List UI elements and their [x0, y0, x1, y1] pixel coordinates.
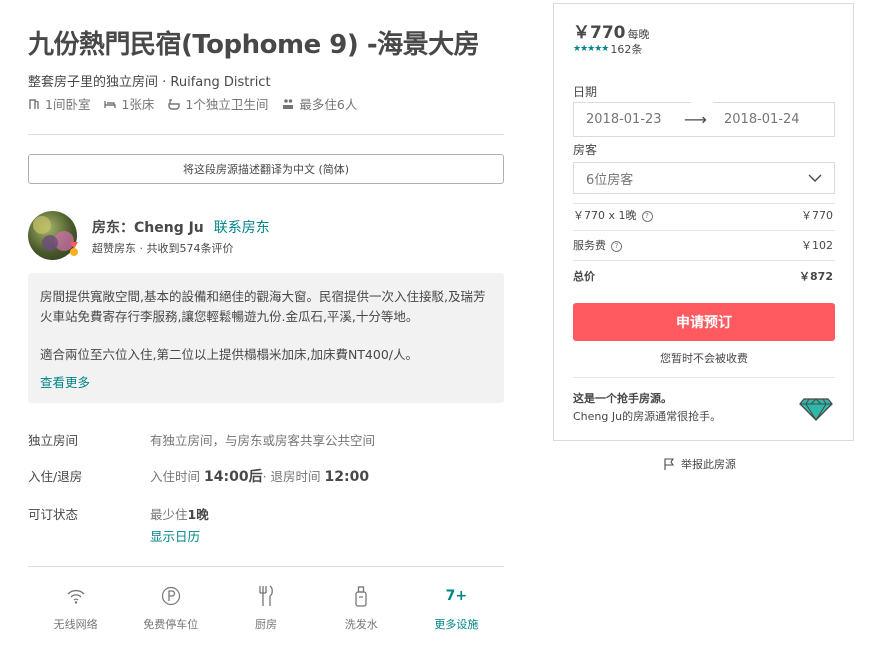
shampoo-icon: [314, 584, 409, 608]
more-amenities-icon: 7+: [445, 588, 468, 604]
checkin-value: 入住时间 14:00后· 退房时间 12:00: [150, 466, 369, 486]
diamond-icon: [799, 398, 833, 421]
summary-bathrooms: 1个独立卫生间: [168, 94, 268, 113]
help-icon[interactable]: ?: [611, 240, 622, 252]
kitchen-icon: [218, 584, 313, 608]
total-value: ￥872: [799, 270, 833, 283]
superhost-badge-icon: [70, 242, 78, 256]
total-line: 总价 ￥872: [573, 268, 833, 284]
date-picker: 2018-01-23 ⟶ 2018-01-24: [573, 102, 835, 137]
guests-select[interactable]: 6位房客: [573, 162, 835, 194]
amenity-label: 无线网络: [53, 618, 98, 631]
listing-subtitle: 整套房子里的独立房间 · Ruifang District: [28, 75, 271, 90]
rare-find-subtitle: Cheng Ju的房源通常很抢手。: [573, 410, 722, 423]
star-rating-icon: ★★★★★: [573, 44, 609, 54]
checkin-prefix: 入住时间: [150, 469, 201, 484]
report-label: 举报此房源: [681, 458, 736, 471]
contact-host-link[interactable]: 联系房东: [214, 220, 270, 236]
description-paragraph: 適合兩位至六位入住,第二位以上提供榻榻米加床,加床費NT400/人。: [40, 347, 419, 362]
price-amount: ￥770: [573, 23, 626, 43]
service-fee-line: 服务费? ￥102: [573, 237, 833, 253]
amenity-label: 免费停车位: [143, 618, 199, 631]
wifi-icon: [28, 584, 123, 608]
amenity-kitchen[interactable]: 厨房: [218, 584, 313, 632]
room-type-label: 独立房间: [28, 433, 79, 448]
checkout-prefix: · 退房时间: [262, 469, 321, 484]
amenity-label: 更多设施: [434, 618, 479, 631]
arrow-right-icon: ⟶: [684, 110, 707, 129]
amenity-parking[interactable]: 免费停车位: [123, 584, 218, 632]
divider: [28, 134, 504, 135]
nightly-total: ￥770: [801, 209, 833, 222]
bedroom-icon: [29, 98, 39, 109]
dates-label: 日期: [573, 85, 598, 99]
summary-guests: 最多住6人: [282, 94, 357, 113]
min-stay-value: 1晚: [187, 507, 209, 522]
review-count: 162条: [610, 43, 643, 56]
min-stay-prefix: 最少住: [150, 507, 188, 522]
price-unit: 每晚: [627, 28, 650, 41]
room-type-value: 有独立房间，与房东或房客共享公共空间: [150, 433, 376, 448]
service-fee-label: 服务费: [573, 239, 606, 252]
summary-guests-label: 最多住6人: [299, 97, 358, 112]
listing-description: 房間提供寬敞空間,基本的設備和絕佳的觀海大窗。民宿提供一次入住接駁,及瑞芳火車站…: [28, 273, 504, 403]
checkin-time: 14:00后: [204, 469, 263, 485]
parking-icon: [123, 584, 218, 608]
guests-label: 房客: [573, 143, 598, 157]
host-prefix: 房东：: [92, 220, 134, 236]
amenity-label: 洗发水: [344, 618, 378, 631]
amenities-list: 无线网络 免费停车位 厨房 洗发水 7+ 更多设施: [28, 584, 504, 632]
divider: [28, 566, 504, 567]
guests-value: 6位房客: [586, 172, 634, 188]
summary-bedrooms: 1间卧室: [28, 94, 90, 113]
report-listing-link[interactable]: 举报此房源: [663, 456, 736, 472]
checkin-date-input[interactable]: 2018-01-23: [574, 112, 684, 127]
flag-icon: [664, 458, 675, 470]
checkout-date-input[interactable]: 2018-01-24: [712, 112, 800, 127]
read-more-link[interactable]: 查看更多: [40, 373, 90, 393]
checkin-label: 入住/退房: [28, 469, 83, 484]
divider: [573, 230, 835, 231]
booking-card: ￥770 每晚 ★★★★★ 162条 日期 2018-01-23 ⟶ 2018-0…: [553, 3, 854, 441]
checkout-time: 12:00: [324, 469, 370, 485]
host-name[interactable]: Cheng Ju: [134, 220, 204, 236]
divider: [573, 377, 835, 378]
bed-icon: [104, 100, 117, 108]
total-label: 总价: [573, 270, 595, 283]
rare-find-title: 这是一个抢手房源。: [573, 392, 672, 405]
amenity-wifi[interactable]: 无线网络: [28, 584, 123, 632]
request-to-book-button[interactable]: 申请预订: [573, 303, 835, 341]
host-line: 房东：Cheng Ju 联系房东: [92, 217, 270, 237]
no-charge-note: 您暂时不会被收费: [660, 352, 748, 365]
amenity-shampoo[interactable]: 洗发水: [314, 584, 409, 632]
host-meta: 超赞房东 · 共收到574条评价: [92, 242, 234, 255]
listing-summary: 1间卧室 1张床 1个独立卫生间 最多住6人: [28, 94, 357, 113]
nightly-price: ￥770 每晚: [573, 18, 650, 43]
description-paragraph: 房間提供寬敞空間,基本的設備和絕佳的觀海大窗。民宿提供一次入住接駁,及瑞芳火車站…: [40, 289, 486, 324]
amenity-label: 厨房: [255, 618, 277, 631]
nightly-line: ￥770 x 1晚? ￥770: [573, 207, 833, 223]
divider: [573, 260, 835, 261]
availability-label: 可订状态: [28, 507, 79, 522]
translate-button[interactable]: 将这段房源描述翻译为中文 (简体): [28, 154, 504, 184]
service-fee-value: ￥102: [801, 239, 833, 252]
amenity-more[interactable]: 7+ 更多设施: [409, 584, 504, 632]
help-icon[interactable]: ?: [641, 210, 653, 222]
nightly-calc: ￥770 x 1晚: [573, 209, 637, 222]
summary-beds-label: 1张床: [121, 97, 155, 112]
guests-icon: [283, 98, 294, 109]
date-gap: [691, 102, 713, 103]
divider: [573, 203, 835, 204]
chevron-down-icon: [808, 174, 822, 182]
summary-bedrooms-label: 1间卧室: [45, 97, 91, 112]
summary-bathrooms-label: 1个独立卫生间: [185, 97, 269, 112]
show-calendar-link[interactable]: 显示日历: [150, 526, 209, 545]
bathtub-icon: [168, 98, 181, 110]
availability-value: 最少住1晚 显示日历: [150, 504, 209, 545]
listing-title: 九份熱門民宿(Tophome 9) -海景大房: [28, 30, 480, 60]
summary-beds: 1张床: [104, 94, 154, 113]
rating[interactable]: ★★★★★ 162条: [573, 41, 642, 57]
